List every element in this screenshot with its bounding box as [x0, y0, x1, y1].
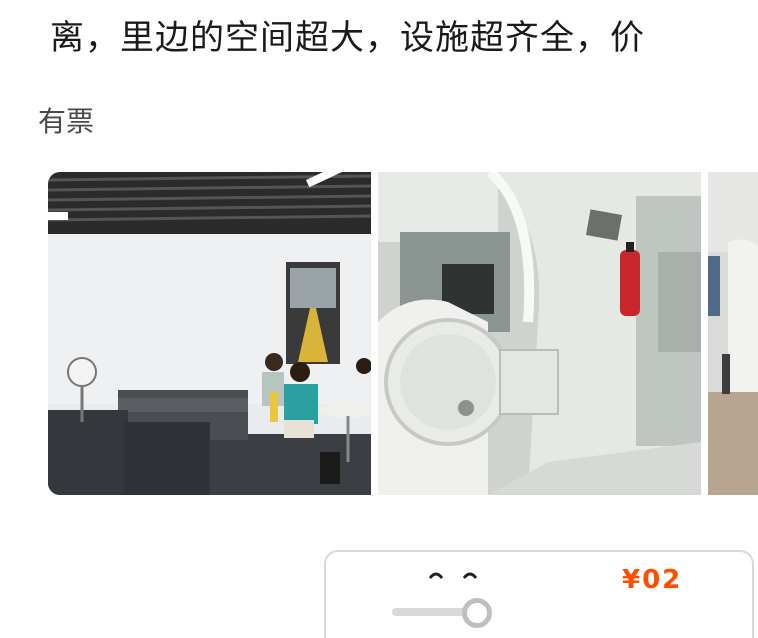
slider-knob[interactable] [462, 598, 492, 628]
price-amount: ¥02 [622, 565, 683, 595]
loading-dots-icon [428, 572, 478, 579]
capsule-corridor-photo[interactable] [708, 172, 758, 495]
price-card[interactable]: ¥02 [324, 550, 754, 638]
review-text[interactable]: 离，里边的空间超大，设施超齐全，价 [50, 10, 758, 66]
capsule-pod-interior-photo[interactable] [378, 172, 701, 495]
ticket-status-label: 有票 [38, 105, 95, 138]
photo-gallery[interactable] [48, 172, 758, 495]
lounge-area-photo[interactable] [48, 172, 371, 495]
slider-track[interactable] [392, 608, 472, 616]
page: 离，里边的空间超大，设施超齐全，价 有票 ¥02 [0, 0, 758, 638]
